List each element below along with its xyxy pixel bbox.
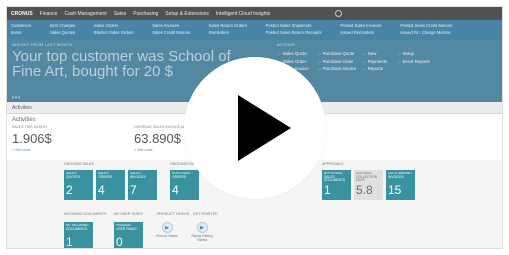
play-icon [184, 57, 326, 199]
play-button[interactable] [184, 57, 326, 199]
